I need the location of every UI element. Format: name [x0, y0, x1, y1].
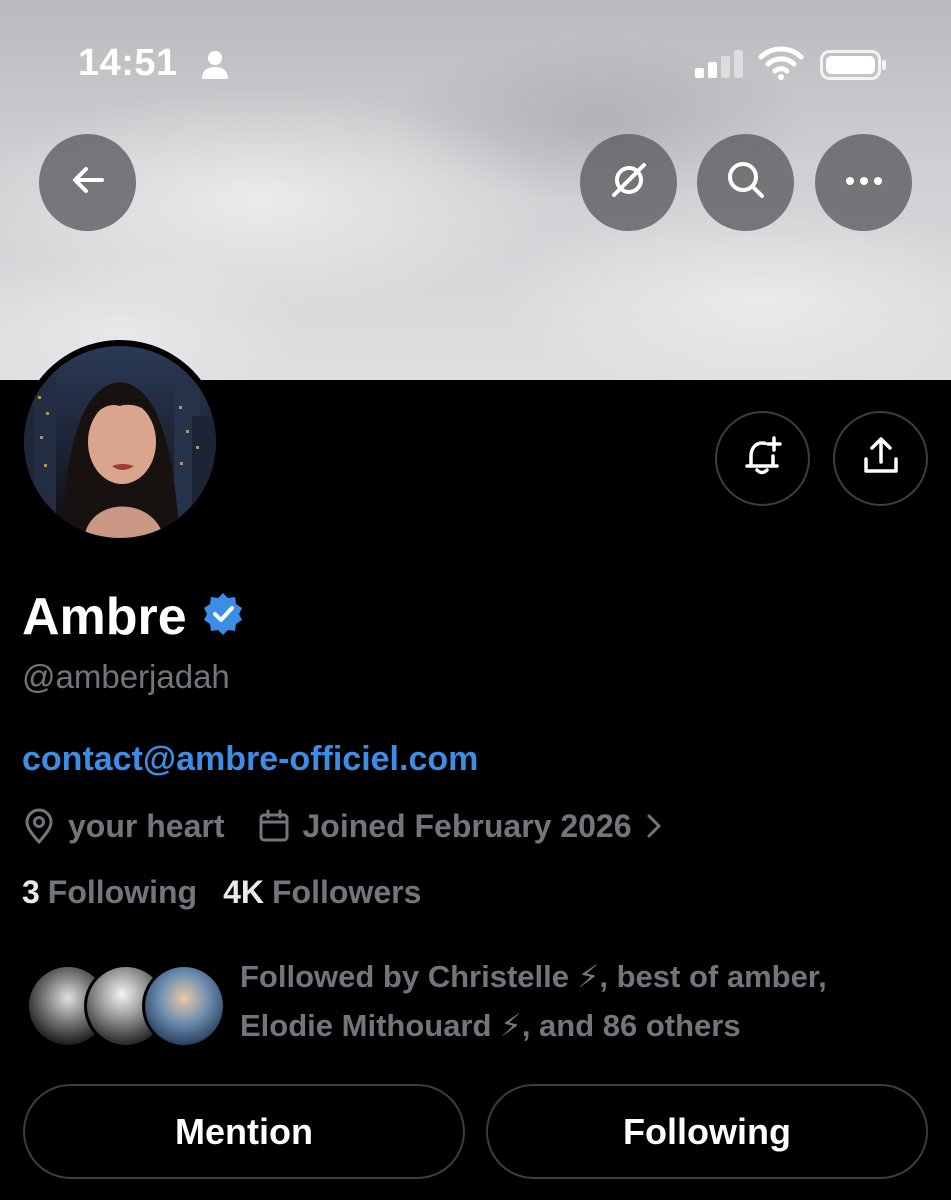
- profile-avatar[interactable]: [18, 340, 222, 544]
- search-icon: [725, 159, 767, 206]
- calendar-icon: [258, 809, 290, 843]
- back-button[interactable]: [39, 134, 136, 231]
- more-icon: [844, 174, 884, 192]
- follow-stats: 3 Following 4K Followers: [22, 874, 421, 911]
- followers-label: Followers: [272, 874, 422, 910]
- grok-icon: [608, 159, 650, 206]
- wifi-icon: [758, 46, 804, 85]
- following-button[interactable]: Following: [486, 1084, 928, 1179]
- chevron-right-icon[interactable]: [646, 813, 662, 839]
- cellular-signal-icon: [695, 50, 745, 83]
- profile-joined-date[interactable]: Joined February 2026: [302, 808, 631, 845]
- share-icon: [860, 435, 902, 482]
- grok-button[interactable]: [580, 134, 677, 231]
- followers-stat[interactable]: 4K Followers: [223, 874, 421, 911]
- display-name: Ambre: [22, 586, 245, 648]
- profile-meta: your heart Joined February 2026: [22, 803, 662, 849]
- mutual-followers-avatars[interactable]: [26, 964, 226, 1048]
- status-time: 14:51: [78, 42, 178, 84]
- person-icon: [201, 50, 229, 85]
- followed-by-text[interactable]: Followed by Christelle ⚡, best of amber,…: [240, 952, 920, 1050]
- avatar: [142, 964, 226, 1048]
- following-stat[interactable]: 3 Following: [22, 874, 197, 911]
- mention-button[interactable]: Mention: [23, 1084, 465, 1179]
- notification-bell-plus-icon: [741, 434, 785, 483]
- profile-handle: @amberjadah: [22, 658, 230, 695]
- display-name-text: Ambre: [22, 588, 187, 646]
- following-label: Following: [47, 874, 198, 910]
- verified-badge-icon[interactable]: [201, 588, 245, 648]
- followers-count: 4K: [223, 874, 264, 910]
- back-arrow-icon: [68, 160, 108, 205]
- followed-by-line: Elodie Mithouard ⚡, and 86 others: [240, 1008, 741, 1043]
- share-button[interactable]: [833, 411, 928, 506]
- profile-location: your heart: [68, 807, 225, 844]
- battery-icon: [820, 50, 888, 85]
- search-button[interactable]: [697, 134, 794, 231]
- avatar-photo: [24, 346, 216, 538]
- location-pin-icon: [22, 808, 56, 844]
- followed-by-line: Followed by Christelle ⚡, best of amber,: [240, 959, 827, 994]
- notify-button[interactable]: [715, 411, 810, 506]
- profile-website-link[interactable]: contact@ambre-officiel.com: [22, 740, 478, 779]
- status-bar: 14:51: [0, 0, 951, 120]
- more-button[interactable]: [815, 134, 912, 231]
- following-count: 3: [22, 874, 40, 910]
